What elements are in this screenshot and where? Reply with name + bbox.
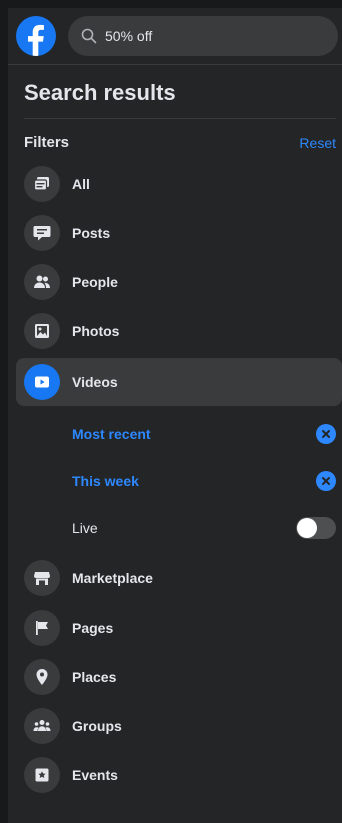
nav-item-groups[interactable]: Groups [16, 702, 342, 750]
clear-this-week-button[interactable] [316, 471, 336, 491]
nav-item-videos-label: Videos [72, 374, 118, 390]
close-icon [322, 430, 330, 438]
nav-item-events[interactable]: Events [16, 751, 342, 799]
nav-item-groups-label: Groups [72, 718, 122, 734]
search-input[interactable] [105, 28, 305, 44]
divider [24, 118, 336, 119]
nav-item-events-label: Events [72, 767, 118, 783]
nav-item-posts[interactable]: Posts [16, 209, 342, 257]
toggle-knob [297, 518, 317, 538]
top-bar [8, 8, 342, 65]
filter-live: Live [16, 506, 342, 550]
photos-icon [24, 313, 60, 349]
nav-item-posts-label: Posts [72, 225, 111, 241]
marketplace-shop-icon [24, 560, 60, 596]
nav-item-videos[interactable]: Videos [16, 358, 342, 406]
filters-header: Filters Reset [24, 134, 336, 151]
nav-item-pages-label: Pages [72, 620, 114, 636]
search-filters-panel: Search results Filters Reset All Posts [8, 8, 342, 823]
people-icon [24, 264, 60, 300]
reset-link[interactable]: Reset [299, 135, 336, 151]
filter-most-recent[interactable]: Most recent [16, 412, 342, 456]
video-play-icon [24, 364, 60, 400]
nav-item-places-label: Places [72, 669, 117, 685]
nav-item-places[interactable]: Places [16, 653, 342, 701]
nav-item-marketplace-label: Marketplace [72, 570, 153, 586]
nav-item-marketplace[interactable]: Marketplace [16, 554, 342, 602]
live-toggle[interactable] [296, 517, 336, 539]
page-title: Search results [24, 80, 176, 105]
nav-item-pages[interactable]: Pages [16, 604, 342, 652]
nav-item-people-label: People [72, 274, 118, 290]
events-calendar-icon [24, 757, 60, 793]
filters-label: Filters [24, 134, 70, 151]
location-pin-icon [24, 659, 60, 695]
close-icon [322, 477, 330, 485]
nav-item-photos-label: Photos [72, 323, 120, 339]
groups-icon [24, 708, 60, 744]
filter-most-recent-label: Most recent [72, 426, 151, 442]
pages-flag-icon [24, 610, 60, 646]
nav-item-photos[interactable]: Photos [16, 307, 342, 355]
filter-live-label: Live [72, 520, 98, 536]
filter-this-week-label: This week [72, 473, 139, 489]
nav-item-all[interactable]: All [16, 160, 342, 208]
nav-item-people[interactable]: People [16, 258, 342, 306]
all-results-icon [24, 166, 60, 202]
posts-icon [24, 215, 60, 251]
facebook-logo-icon[interactable] [16, 16, 56, 56]
clear-most-recent-button[interactable] [316, 424, 336, 444]
search-box[interactable] [68, 16, 338, 56]
filter-this-week[interactable]: This week [16, 459, 342, 503]
nav-item-all-label: All [72, 176, 90, 192]
search-icon [81, 28, 97, 44]
